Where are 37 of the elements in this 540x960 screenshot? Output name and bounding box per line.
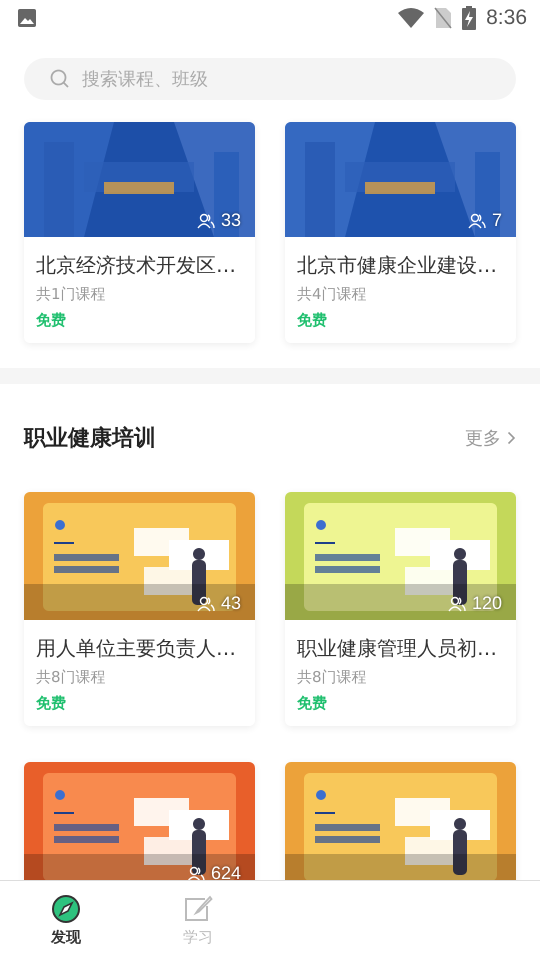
compass-icon	[51, 894, 81, 924]
class-title: 北京经济技术开发区…	[36, 252, 237, 279]
class-title: 用人单位主要负责人…	[36, 635, 237, 662]
class-card[interactable]: 33 北京经济技术开发区… 共1门课程 免费	[24, 122, 255, 343]
people-icon	[196, 212, 215, 228]
people-icon	[448, 596, 466, 612]
class-title: 职业健康管理人员初…	[297, 635, 498, 662]
student-count: 43	[220, 593, 241, 614]
battery-charging-icon	[462, 6, 476, 30]
class-price: 免费	[297, 693, 328, 714]
class-card[interactable]: 43 用人单位主要负责人… 共8门课程 免费	[24, 492, 255, 726]
image-icon	[17, 8, 37, 28]
student-count: 624	[210, 863, 241, 880]
course-count: 共8门课程	[36, 667, 107, 688]
people-icon	[468, 212, 486, 228]
student-count: 7	[492, 210, 502, 231]
course-count: 共1门课程	[36, 284, 107, 305]
class-price: 免费	[36, 693, 67, 714]
search-field[interactable]: 搜索课程、班级	[24, 58, 516, 100]
section-title: 职业健康培训	[24, 425, 156, 453]
no-sim-icon	[434, 7, 452, 29]
class-title: 北京市健康企业建设…	[297, 252, 498, 279]
edit-icon	[183, 894, 213, 924]
class-card[interactable]: 7 北京市健康企业建设… 共4门课程 免费	[285, 122, 516, 343]
class-price: 免费	[36, 310, 67, 331]
student-count: 120	[472, 593, 502, 614]
tab-item[interactable]: 发现	[0, 881, 132, 960]
chevron-right-icon	[507, 431, 516, 445]
course-count: 共8门课程	[297, 667, 368, 688]
wifi-icon	[398, 8, 424, 28]
class-card[interactable]: 120 职业健康管理人员初… 共8门课程 免费	[285, 492, 516, 726]
student-count: 33	[220, 210, 241, 231]
clock: 8:36	[486, 6, 527, 30]
course-count: 共4门课程	[297, 284, 368, 305]
search-icon	[50, 69, 70, 89]
class-price: 免费	[297, 310, 328, 331]
people-icon	[196, 596, 215, 612]
